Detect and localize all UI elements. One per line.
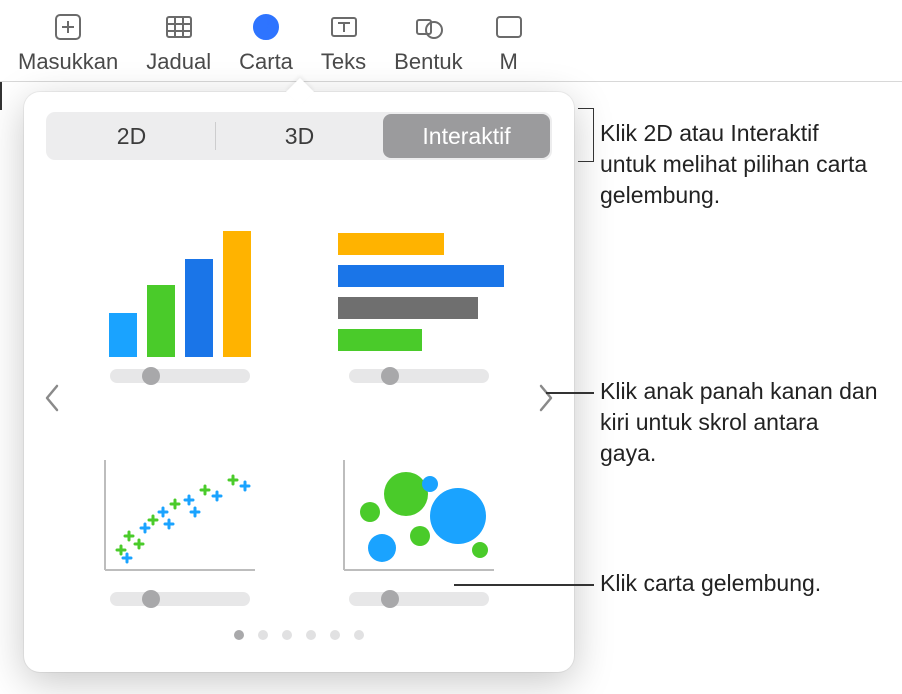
callout-leader xyxy=(0,82,2,110)
column-chart-thumb xyxy=(95,227,265,357)
page-dot-2[interactable] xyxy=(258,630,268,640)
chart-option-bar[interactable] xyxy=(317,190,520,383)
toolbar-label: Carta xyxy=(239,49,293,75)
chart-dimension-tabs: 2D 3D Interaktif xyxy=(46,112,552,160)
chart-option-bubble[interactable] xyxy=(317,413,520,606)
page-dot-3[interactable] xyxy=(282,630,292,640)
interactive-slider-icon xyxy=(110,592,250,606)
chart-thumbnail-grid xyxy=(46,178,552,618)
chart-option-column[interactable] xyxy=(78,190,281,383)
page-dot-4[interactable] xyxy=(306,630,316,640)
page-dots xyxy=(46,630,552,640)
toolbar-label: M xyxy=(500,49,518,75)
plus-square-icon xyxy=(50,9,86,45)
bar-chart-thumb xyxy=(334,227,504,357)
prev-style-arrow[interactable] xyxy=(38,374,66,422)
toolbar-chart-button[interactable]: Carta xyxy=(239,9,293,75)
table-icon xyxy=(161,9,197,45)
interactive-slider-icon xyxy=(349,592,489,606)
chart-style-carousel xyxy=(46,178,552,618)
page-dot-1[interactable] xyxy=(234,630,244,640)
page-dot-6[interactable] xyxy=(354,630,364,640)
chart-option-scatter[interactable] xyxy=(78,413,281,606)
interactive-slider-icon xyxy=(349,369,489,383)
toolbar-label: Jadual xyxy=(146,49,211,75)
toolbar-label: Masukkan xyxy=(18,49,118,75)
media-icon xyxy=(491,9,527,45)
toolbar-label: Teks xyxy=(321,49,366,75)
toolbar-text-button[interactable]: Teks xyxy=(321,9,366,75)
bubble-chart-thumb xyxy=(334,450,504,580)
callout-bracket xyxy=(578,108,594,162)
tab-3d[interactable]: 3D xyxy=(216,114,383,158)
chevron-right-icon xyxy=(537,382,555,414)
next-style-arrow[interactable] xyxy=(532,374,560,422)
tab-2d[interactable]: 2D xyxy=(48,114,215,158)
interactive-slider-icon xyxy=(110,369,250,383)
tab-interactive[interactable]: Interaktif xyxy=(383,114,550,158)
shape-icon xyxy=(410,9,446,45)
page-dot-5[interactable] xyxy=(330,630,340,640)
toolbar-shape-button[interactable]: Bentuk xyxy=(394,9,463,75)
toolbar-label: Bentuk xyxy=(394,49,463,75)
toolbar-media-button[interactable]: M xyxy=(491,9,527,75)
chevron-left-icon xyxy=(43,382,61,414)
toolbar-insert-button[interactable]: Masukkan xyxy=(18,9,118,75)
text-box-icon xyxy=(326,9,362,45)
callout-arrows-hint: Klik anak panah kanan dan kiri untuk skr… xyxy=(600,376,880,469)
callout-tabs-hint: Klik 2D atau Interaktif untuk melihat pi… xyxy=(600,118,880,211)
toolbar-table-button[interactable]: Jadual xyxy=(146,9,211,75)
callout-leader xyxy=(454,584,594,586)
toolbar: Masukkan Jadual Carta Teks xyxy=(0,0,902,82)
callout-bubble-hint: Klik carta gelembung. xyxy=(600,568,880,599)
scatter-chart-thumb xyxy=(95,450,265,580)
callout-leader xyxy=(546,392,594,394)
pie-chart-icon xyxy=(248,9,284,45)
